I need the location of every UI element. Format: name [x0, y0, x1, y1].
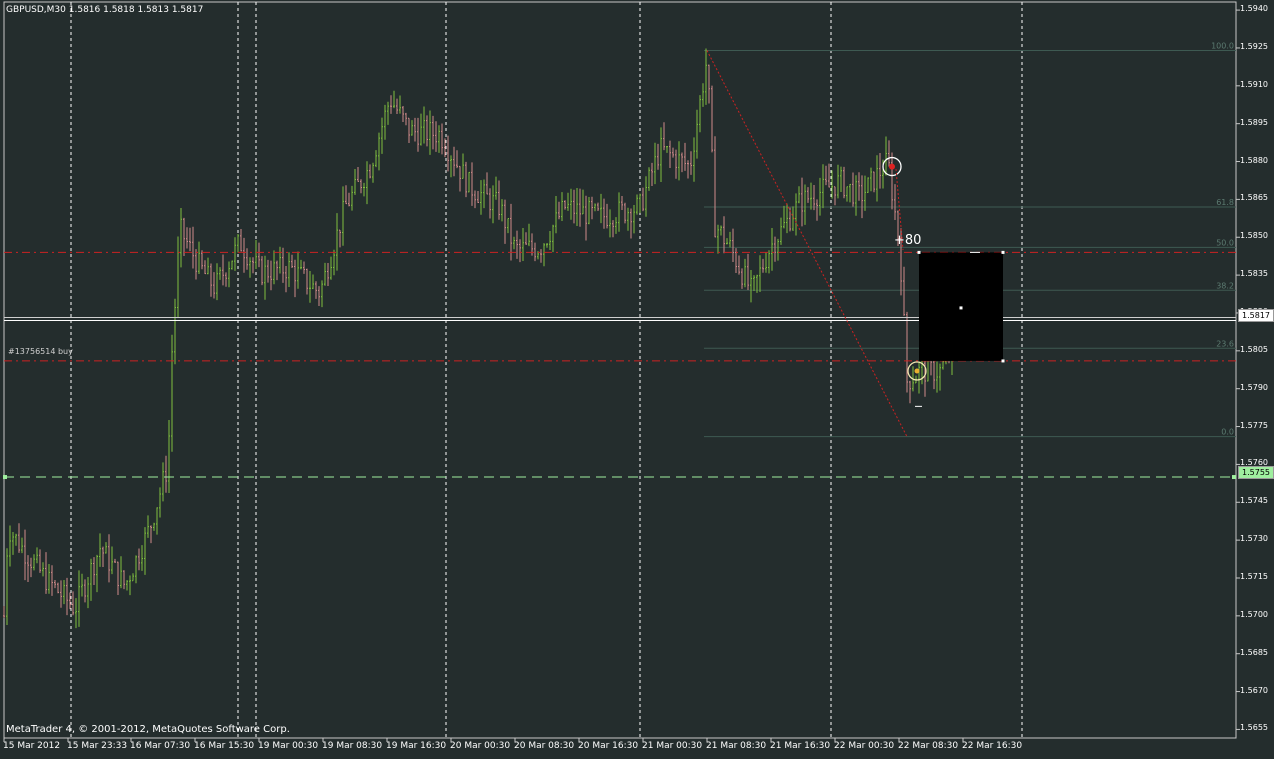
time-axis-label: 21 Mar 16:30 [770, 741, 831, 751]
price-axis-label: 1.5715 [1240, 571, 1268, 581]
stop-level-badge: 1.5755 [1238, 466, 1274, 479]
fib-level-label: 100.0 [1211, 41, 1234, 50]
price-axis-label: 1.5880 [1240, 155, 1268, 165]
price-axis-label: 1.5940 [1240, 4, 1268, 14]
price-axis-label: 1.5835 [1240, 269, 1268, 279]
stop-handle-left [3, 475, 7, 480]
price-axis-label: 1.5850 [1240, 231, 1268, 241]
buy-marker-dot [914, 368, 920, 374]
box-handle [959, 306, 963, 310]
time-axis-label: 16 Mar 07:30 [130, 741, 191, 751]
sell-marker-dot [889, 163, 895, 170]
fib-level-label: 23.6 [1216, 339, 1234, 348]
box-handle [1001, 250, 1005, 254]
stop-handle-right [1232, 475, 1236, 480]
price-axis-label: 1.5670 [1240, 685, 1268, 695]
time-axis-label: 21 Mar 08:30 [706, 741, 767, 751]
time-axis-label: 22 Mar 00:30 [834, 741, 895, 751]
price-axis-label: 1.5910 [1240, 79, 1268, 89]
price-axis-label: 1.5685 [1240, 647, 1268, 657]
ohlc-values: 1.5816 1.5818 1.5813 1.5817 [68, 5, 204, 15]
time-axis-label: 21 Mar 00:30 [642, 741, 703, 751]
time-axis-label: 22 Mar 08:30 [898, 741, 959, 751]
symbol-info: GBPUSD,M30 1.5816 1.5818 1.5813 1.5817 [6, 5, 203, 15]
time-axis-label: 19 Mar 08:30 [322, 741, 383, 751]
price-axis-label: 1.5925 [1240, 41, 1268, 51]
order-label: #13756514 buy [8, 347, 73, 356]
time-axis-label: 15 Mar 2012 [3, 741, 61, 751]
time-axis-label: 19 Mar 00:30 [258, 741, 319, 751]
price-axis-label: 1.5805 [1240, 344, 1268, 354]
price-axis-label: 1.5655 [1240, 723, 1268, 733]
price-axis-label: 1.5730 [1240, 534, 1268, 544]
time-axis-label: 20 Mar 16:30 [578, 741, 639, 751]
time-axis-label: 22 Mar 16:30 [962, 741, 1023, 751]
price-axis-label: 1.5895 [1240, 117, 1268, 127]
price-axis-label: 1.5790 [1240, 382, 1268, 392]
time-axis-label: 20 Mar 08:30 [514, 741, 575, 751]
box-handle [1001, 359, 1005, 363]
profit-annotation: +80 [894, 233, 922, 248]
chart-area[interactable]: 100.0 61.8 50.0 38.2 23.6 0.0 [0, 0, 1274, 755]
symbol-label: GBPUSD,M30 [6, 5, 66, 15]
price-axis-label: 1.5865 [1240, 193, 1268, 203]
price-chart[interactable]: 100.0 61.8 50.0 38.2 23.6 0.0 [0, 0, 1274, 755]
box-handle [917, 250, 921, 254]
fib-level-label: 38.2 [1216, 281, 1234, 290]
fib-level-label: 61.8 [1216, 198, 1234, 207]
price-axis-label: 1.5775 [1240, 420, 1268, 430]
time-axis-label: 15 Mar 23:33 [67, 741, 128, 751]
time-axis-label: 16 Mar 15:30 [194, 741, 255, 751]
current-price-badge: 1.5817 [1238, 309, 1274, 322]
fib-level-label: 50.0 [1216, 238, 1234, 247]
time-axis-label: 20 Mar 00:30 [450, 741, 511, 751]
copyright-text: MetaTrader 4, © 2001-2012, MetaQuotes So… [6, 724, 290, 735]
fib-level-label: 0.0 [1221, 428, 1234, 437]
price-axis-label: 1.5700 [1240, 609, 1268, 619]
price-axis-label: 1.5745 [1240, 496, 1268, 506]
time-axis-label: 19 Mar 16:30 [386, 741, 447, 751]
